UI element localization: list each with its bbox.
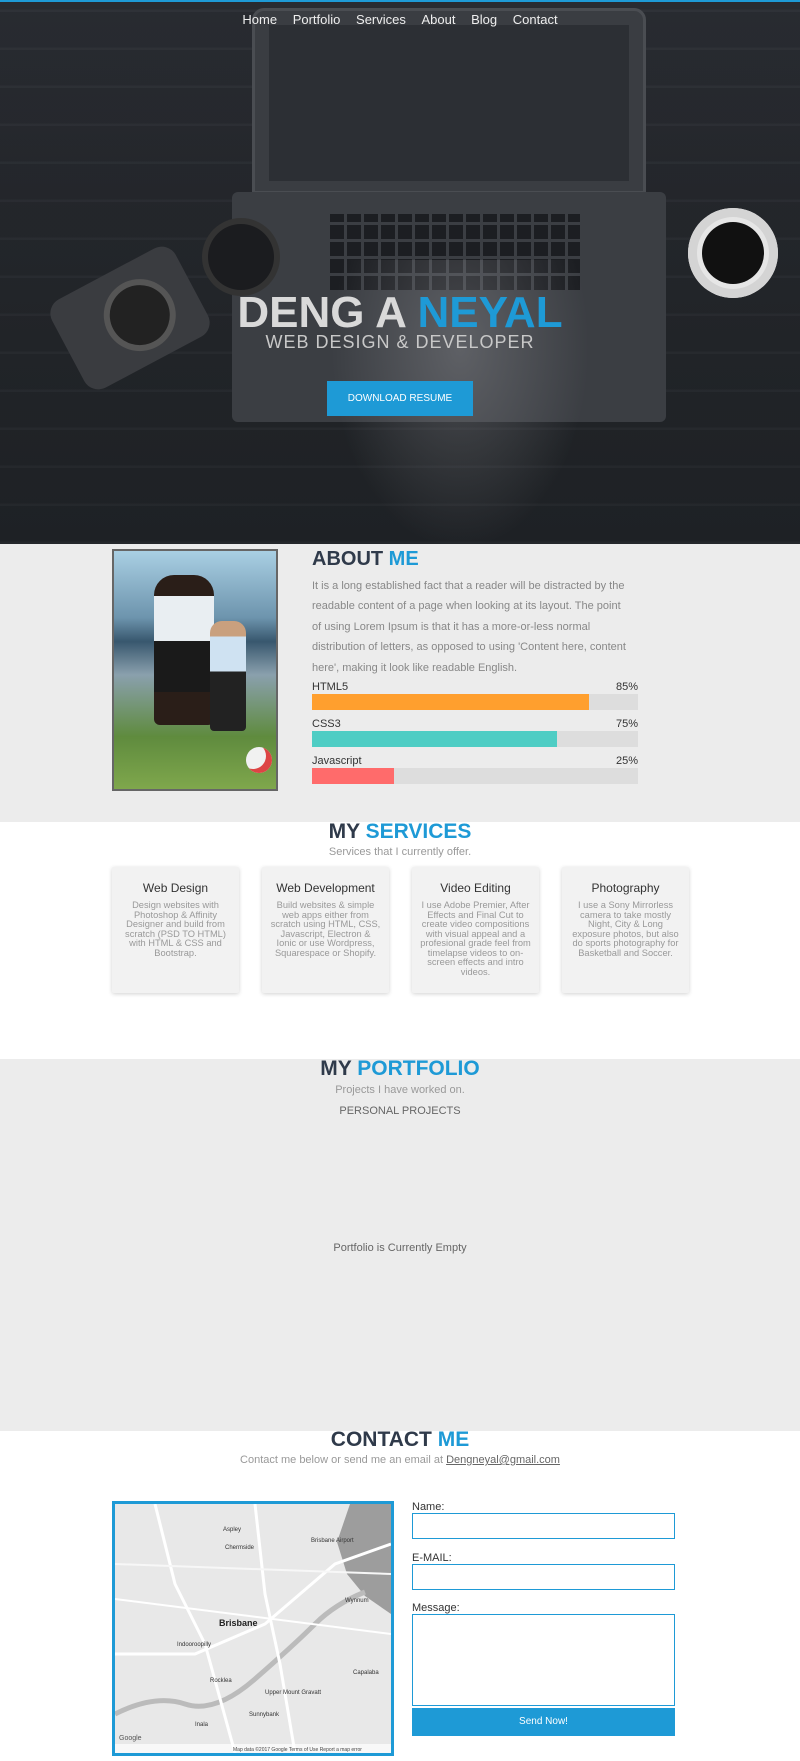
service-card-video-editing: Video Editing I use Adobe Premier, After… [412, 867, 539, 993]
map-label: Indooroopilly [177, 1642, 211, 1648]
skill-percent: 75% [615, 718, 638, 730]
coffee-cup-image [688, 208, 778, 298]
hero-name-last: NEYAL [417, 288, 563, 337]
contact-title-last: ME [437, 1428, 470, 1451]
portfolio-title: MY PORTFOLIO [0, 1057, 800, 1081]
service-card-title: Web Development [276, 881, 375, 895]
hero-name: DENG A NEYAL [0, 288, 800, 338]
service-card-text: I use Adobe Premier, After Effects and F… [420, 900, 531, 977]
name-field[interactable] [412, 1513, 675, 1539]
nav-services[interactable]: Services [356, 12, 406, 27]
nav-home[interactable]: Home [242, 12, 277, 27]
nav-contact[interactable]: Contact [513, 12, 558, 27]
map-footer: Map data ©2017 Google Terms of Use Repor… [233, 1746, 362, 1753]
contact-subtitle-text: Contact me below or send me an email at [240, 1454, 444, 1466]
hero-subtitle: WEB DESIGN & DEVELOPER [265, 332, 535, 352]
service-card-photography: Photography I use a Sony Mirrorless came… [562, 867, 689, 993]
email-link[interactable]: Dengneyal@gmail.com [446, 1454, 560, 1466]
contact-title: CONTACT ME [0, 1428, 800, 1452]
skill-name: Javascript [312, 755, 362, 767]
service-card-text: I use a Sony Mirrorless camera to take m… [572, 900, 679, 958]
laptop-image [252, 8, 646, 194]
map-label: Capalaba [353, 1670, 379, 1676]
map-label: Upper Mount Gravatt [265, 1690, 321, 1696]
skill-bar-fill [312, 694, 590, 710]
email-field[interactable] [412, 1564, 675, 1590]
download-resume-button[interactable]: DOWNLOAD RESUME [327, 381, 473, 416]
contact-title-first: CONTACT [330, 1428, 432, 1451]
service-card-web-development: Web Development Build websites & simple … [262, 867, 389, 993]
map-label: Inala [195, 1722, 209, 1728]
nav-blog[interactable]: Blog [471, 12, 497, 27]
service-card-title: Photography [591, 881, 660, 895]
skill-bar-track [312, 694, 638, 710]
service-card-text: Build websites & simple web apps either … [270, 900, 381, 958]
map-canvas[interactable]: Aspley Chermside Brisbane Airport Brisba… [115, 1504, 391, 1753]
portfolio-title-first: MY [320, 1057, 352, 1080]
nav-portfolio[interactable]: Portfolio [293, 12, 341, 27]
skill-bar-fill [312, 731, 557, 747]
map-label: Chermside [225, 1545, 255, 1551]
portfolio-subtitle: Projects I have worked on. [335, 1084, 465, 1096]
email-label: E-MAIL: [412, 1552, 452, 1564]
location-map[interactable]: Aspley Chermside Brisbane Airport Brisba… [112, 1501, 394, 1756]
map-label: Rocklea [210, 1678, 232, 1684]
map-label: Wynnum [345, 1598, 369, 1604]
services-title-last: SERVICES [365, 820, 472, 843]
message-label: Message: [412, 1602, 460, 1614]
main-nav: Home Portfolio Services About Blog Conta… [0, 12, 800, 27]
map-label: Sunnybank [249, 1712, 280, 1718]
map-label: Aspley [223, 1527, 241, 1533]
about-text: It is a long established fact that a rea… [312, 580, 626, 674]
skill-bar-track [312, 731, 638, 747]
map-label: Brisbane [219, 1618, 258, 1628]
map-logo: Google [119, 1735, 142, 1742]
about-title-first: ABOUT [312, 548, 384, 570]
about-title-last: ME [388, 548, 419, 570]
service-card-web-design: Web Design Design websites with Photosho… [112, 867, 239, 993]
services-subtitle: Services that I currently offer. [328, 846, 472, 858]
map-label: Brisbane Airport [311, 1538, 354, 1544]
services-title: MY SERVICES [0, 820, 800, 844]
service-card-text: Design websites with Photoshop & Affinit… [125, 900, 226, 958]
service-card-title: Web Design [142, 881, 209, 895]
skill-bar-fill [312, 768, 394, 784]
skill-bar-track [312, 768, 638, 784]
nav-about[interactable]: About [422, 12, 456, 27]
services-title-first: MY [328, 820, 360, 843]
message-field[interactable] [412, 1614, 675, 1706]
hero-name-first: DENG A [237, 288, 406, 337]
lens-image [208, 224, 274, 290]
contact-subtitle: Contact me below or send me an email at … [0, 1454, 800, 1466]
about-title: ABOUT ME [312, 548, 419, 571]
portfolio-title-last: PORTFOLIO [357, 1057, 480, 1080]
skill-name: CSS3 [312, 718, 341, 730]
skill-percent: 85% [615, 681, 638, 693]
portfolio-empty-message: Portfolio is Currently Empty [333, 1242, 467, 1254]
skill-name: HTML5 [312, 681, 349, 693]
skill-percent: 25% [615, 755, 638, 767]
profile-photo [112, 549, 278, 791]
send-button[interactable]: Send Now! [412, 1708, 675, 1736]
name-label: Name: [412, 1501, 445, 1513]
tab-personal-projects[interactable]: PERSONAL PROJECTS [0, 1105, 800, 1117]
hero-section: Home Portfolio Services About Blog Conta… [0, 0, 800, 544]
service-card-title: Video Editing [440, 881, 511, 895]
